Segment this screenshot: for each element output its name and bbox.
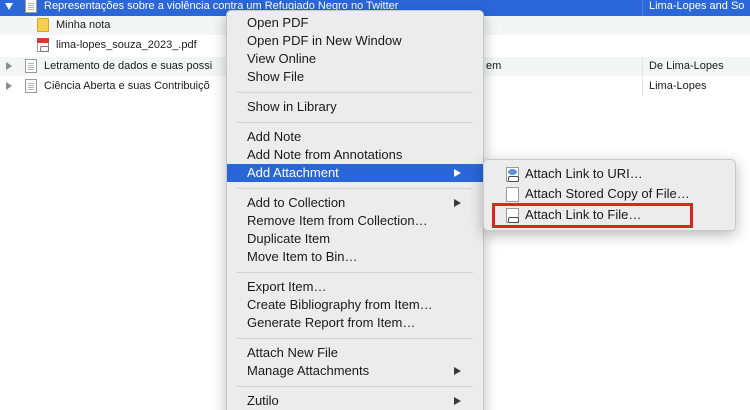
menu-attach-new-file[interactable]: Attach New File (227, 344, 483, 362)
menu-create-bibliography[interactable]: Create Bibliography from Item… (227, 296, 483, 314)
menu-open-pdf[interactable]: Open PDF (227, 14, 483, 32)
menu-separator (237, 386, 473, 387)
menu-add-attachment[interactable]: Add Attachment (227, 164, 483, 182)
submenu-attach-link-to-uri[interactable]: Attach Link to URI… (484, 164, 735, 184)
submenu-attach-link-to-uri-label: Attach Link to URI… (525, 166, 643, 181)
menu-manage-attachments-label: Manage Attachments (247, 363, 370, 378)
menu-open-pdf-new-window[interactable]: Open PDF in New Window (227, 32, 483, 50)
menu-add-to-collection-label: Add to Collection (247, 195, 346, 210)
stored-file-icon (506, 187, 519, 202)
menu-add-note-from-annotations[interactable]: Add Note from Annotations (227, 146, 483, 164)
menu-separator (237, 122, 473, 123)
item-creator: Lima-Lopes and So (642, 0, 750, 16)
item-title: Letramento de dados e suas possi (44, 60, 213, 72)
menu-show-file[interactable]: Show File (227, 68, 483, 86)
menu-export-item[interactable]: Export Item… (227, 278, 483, 296)
menu-manage-attachments[interactable]: Manage Attachments (227, 362, 483, 380)
context-menu: Open PDF Open PDF in New Window View Onl… (226, 10, 484, 410)
pdf-attachment-icon (37, 38, 49, 52)
document-icon (25, 0, 37, 13)
submenu-arrow-icon (454, 397, 461, 405)
document-icon (25, 59, 37, 73)
menu-separator (237, 92, 473, 93)
menu-add-attachment-label: Add Attachment (247, 165, 339, 180)
submenu-attach-stored-copy-label: Attach Stored Copy of File… (525, 186, 690, 201)
menu-duplicate-item[interactable]: Duplicate Item (227, 230, 483, 248)
item-title-tail: em (486, 60, 502, 72)
annotation-highlight-box (492, 203, 693, 228)
submenu-arrow-icon (454, 169, 461, 177)
disclosure-collapsed-icon[interactable] (6, 62, 12, 70)
menu-separator (237, 188, 473, 189)
menu-add-to-collection[interactable]: Add to Collection (227, 194, 483, 212)
menu-generate-report[interactable]: Generate Report from Item… (227, 314, 483, 332)
document-icon (25, 79, 37, 93)
menu-add-note[interactable]: Add Note (227, 128, 483, 146)
disclosure-expanded-icon[interactable] (5, 3, 13, 10)
item-creator: De Lima-Lopes (642, 57, 750, 76)
note-title: Minha nota (56, 19, 111, 31)
submenu-arrow-icon (454, 367, 461, 375)
submenu-attach-stored-copy[interactable]: Attach Stored Copy of File… (484, 184, 735, 204)
link-to-uri-icon (506, 167, 519, 182)
note-icon (37, 18, 49, 32)
pdf-title: lima-lopes_souza_2023_.pdf (56, 39, 197, 51)
menu-view-online[interactable]: View Online (227, 50, 483, 68)
item-creator: Lima-Lopes (642, 77, 750, 96)
item-title: Ciência Aberta e suas Contribuiçõ (44, 80, 210, 92)
menu-show-in-library[interactable]: Show in Library (227, 98, 483, 116)
menu-zutilo-label: Zutilo (247, 393, 279, 408)
menu-remove-from-collection[interactable]: Remove Item from Collection… (227, 212, 483, 230)
menu-separator (237, 272, 473, 273)
menu-move-to-bin[interactable]: Move Item to Bin… (227, 248, 483, 266)
submenu-arrow-icon (454, 199, 461, 207)
menu-zutilo[interactable]: Zutilo (227, 392, 483, 410)
menu-separator (237, 338, 473, 339)
disclosure-collapsed-icon[interactable] (6, 82, 12, 90)
